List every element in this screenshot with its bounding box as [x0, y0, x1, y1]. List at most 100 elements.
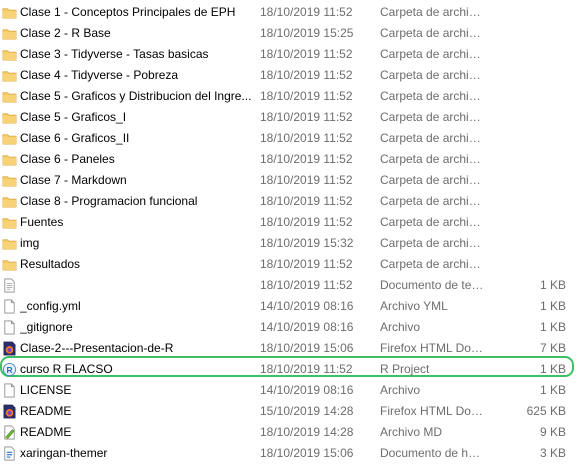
file-name: _config.yml [20, 299, 81, 313]
file-date-modified: 18/10/2019 11:52 [260, 89, 353, 103]
folder-icon [2, 257, 17, 272]
file-type: Carpeta de archivos [380, 215, 484, 229]
file-row[interactable]: img 18/10/2019 15:32 Carpeta de archivos [0, 233, 580, 254]
file-row[interactable]: _config.yml 14/10/2019 08:16 Archivo YML 1 … [0, 296, 580, 317]
folder-icon [2, 194, 17, 209]
file-row[interactable]: Clase 7 - Markdown 18/10/2019 11:52 Carpet… [0, 170, 580, 191]
file-name: xaringan-themer [20, 446, 108, 460]
file-row[interactable]: xaringan-themer 18/10/2019 15:06 Documento… [0, 443, 580, 464]
file-row[interactable]: Clase 1 - Conceptos Principales de EPH 18… [0, 2, 580, 23]
file-size: 7 KB [539, 341, 566, 355]
file-row[interactable]: Clase 6 - Paneles 18/10/2019 11:52 Carpeta… [0, 149, 580, 170]
folder-icon [2, 152, 17, 167]
folder-icon [2, 89, 17, 104]
file-name: Clase 7 - Markdown [20, 173, 127, 187]
file-date-modified: 18/10/2019 11:52 [260, 362, 353, 376]
file-date-modified: 15/10/2019 14:28 [260, 404, 354, 418]
file-name: Clase 6 - Paneles [20, 152, 115, 166]
file-name: Clase 1 - Conceptos Principales de EPH [20, 5, 236, 19]
file-size: 1 KB [539, 278, 566, 292]
file-date-modified: 18/10/2019 11:52 [260, 257, 353, 271]
file-name: Clase 8 - Programacion funcional [20, 194, 198, 208]
file-type: Carpeta de archivos [380, 257, 484, 271]
file-date-modified: 18/10/2019 11:52 [260, 47, 353, 61]
file-name: Clase 5 - Graficos_I [20, 110, 127, 124]
file-name: Clase 5 - Graficos y Distribucion del In… [20, 89, 252, 103]
file-date-modified: 18/10/2019 15:32 [260, 236, 354, 250]
file-row[interactable]: Clase 8 - Programacion funcional 18/10/20… [0, 191, 580, 212]
file-type: Carpeta de archivos [380, 68, 484, 82]
file-name: Resultados [20, 257, 81, 271]
folder-icon [2, 47, 17, 62]
file-row[interactable]: Clase 2 - R Base 18/10/2019 15:25 Carpeta … [0, 23, 580, 44]
file-name: Fuentes [20, 215, 64, 229]
file-row[interactable]: LICENSE 14/10/2019 08:16 Archivo 1 KB [0, 380, 580, 401]
file-name: Clase 2 - R Base [20, 26, 111, 40]
text-document-icon [2, 278, 17, 293]
file-row[interactable]: README 18/10/2019 14:28 Archivo MD 9 KB [0, 422, 580, 443]
file-date-modified: 14/10/2019 08:16 [260, 383, 354, 397]
file-size: 1 KB [539, 299, 566, 313]
folder-icon [2, 236, 17, 251]
file-row[interactable]: _gitignore 14/10/2019 08:16 Archivo 1 KB [0, 317, 580, 338]
file-row[interactable]: Clase 3 - Tidyverse - Tasas basicas 18/10… [0, 44, 580, 65]
file-name: README [20, 425, 72, 439]
file-row[interactable]: Rcurso R FLACSO 18/10/2019 11:52 R Project… [0, 359, 580, 380]
file-row[interactable]: Clase 5 - Graficos_I 18/10/2019 11:52 Carp… [0, 107, 580, 128]
file-type: Carpeta de archivos [380, 26, 484, 40]
file-type: R Project [380, 362, 430, 376]
file-row[interactable]: Clase-2---Presentacion-de-R 18/10/2019 15… [0, 338, 580, 359]
file-date-modified: 18/10/2019 11:52 [260, 110, 353, 124]
file-name: README [20, 404, 72, 418]
file-type: Carpeta de archivos [380, 89, 484, 103]
folder-icon [2, 110, 17, 125]
folder-icon [2, 173, 17, 188]
file-size: 3 KB [539, 446, 566, 460]
file-date-modified: 18/10/2019 11:52 [260, 68, 353, 82]
file-row[interactable]: Clase 6 - Graficos_II 18/10/2019 11:52 Car… [0, 128, 580, 149]
file-date-modified: 14/10/2019 08:16 [260, 320, 354, 334]
file-type: Carpeta de archivos [380, 110, 484, 124]
r-project-icon: R [2, 362, 17, 377]
file-row[interactable]: README 15/10/2019 14:28 Firefox HTML Doc..… [0, 401, 580, 422]
folder-icon [2, 5, 17, 20]
file-type: Carpeta de archivos [380, 152, 484, 166]
file-row[interactable]: 18/10/2019 11:52 Documento de tex... 1 KB [0, 275, 580, 296]
file-type: Archivo MD [380, 425, 443, 439]
file-date-modified: 18/10/2019 11:52 [260, 173, 353, 187]
file-date-modified: 18/10/2019 15:25 [260, 26, 354, 40]
file-name: LICENSE [20, 383, 72, 397]
file-name: Clase-2---Presentacion-de-R [20, 341, 174, 355]
file-row[interactable]: Clase 5 - Graficos y Distribucion del In… [0, 86, 580, 107]
file-type: Carpeta de archivos [380, 131, 484, 145]
file-row[interactable]: Resultados 18/10/2019 11:52 Carpeta de arc… [0, 254, 580, 275]
file-name: Clase 6 - Graficos_II [20, 131, 130, 145]
file-row[interactable]: Fuentes 18/10/2019 11:52 Carpeta de archiv… [0, 212, 580, 233]
file-date-modified: 18/10/2019 11:52 [260, 215, 353, 229]
file-type: Archivo [380, 383, 421, 397]
firefox-html-icon [2, 404, 17, 419]
file-name: curso R FLACSO [20, 362, 113, 376]
file-size: 9 KB [539, 425, 566, 439]
blank-file-icon [2, 299, 17, 314]
file-type: Carpeta de archivos [380, 47, 484, 61]
file-type: Carpeta de archivos [380, 194, 484, 208]
file-row[interactable]: Clase 4 - Tidyverse - Pobreza 18/10/2019 … [0, 65, 580, 86]
file-date-modified: 18/10/2019 15:06 [260, 341, 354, 355]
file-size: 1 KB [539, 362, 566, 376]
file-date-modified: 18/10/2019 15:06 [260, 446, 354, 460]
file-type: Carpeta de archivos [380, 236, 484, 250]
file-name: _gitignore [20, 320, 73, 334]
file-type: Documento de tex... [380, 278, 484, 292]
blank-file-icon [2, 320, 17, 335]
file-type: Documento de ho... [380, 446, 484, 460]
firefox-html-icon [2, 341, 17, 356]
folder-icon [2, 131, 17, 146]
file-name: img [20, 236, 40, 250]
folder-icon [2, 215, 17, 230]
svg-text:R: R [6, 365, 12, 375]
file-type: Firefox HTML Doc... [380, 341, 484, 355]
file-date-modified: 18/10/2019 11:52 [260, 152, 353, 166]
file-type: Firefox HTML Doc... [380, 404, 484, 418]
file-date-modified: 18/10/2019 11:52 [260, 278, 353, 292]
